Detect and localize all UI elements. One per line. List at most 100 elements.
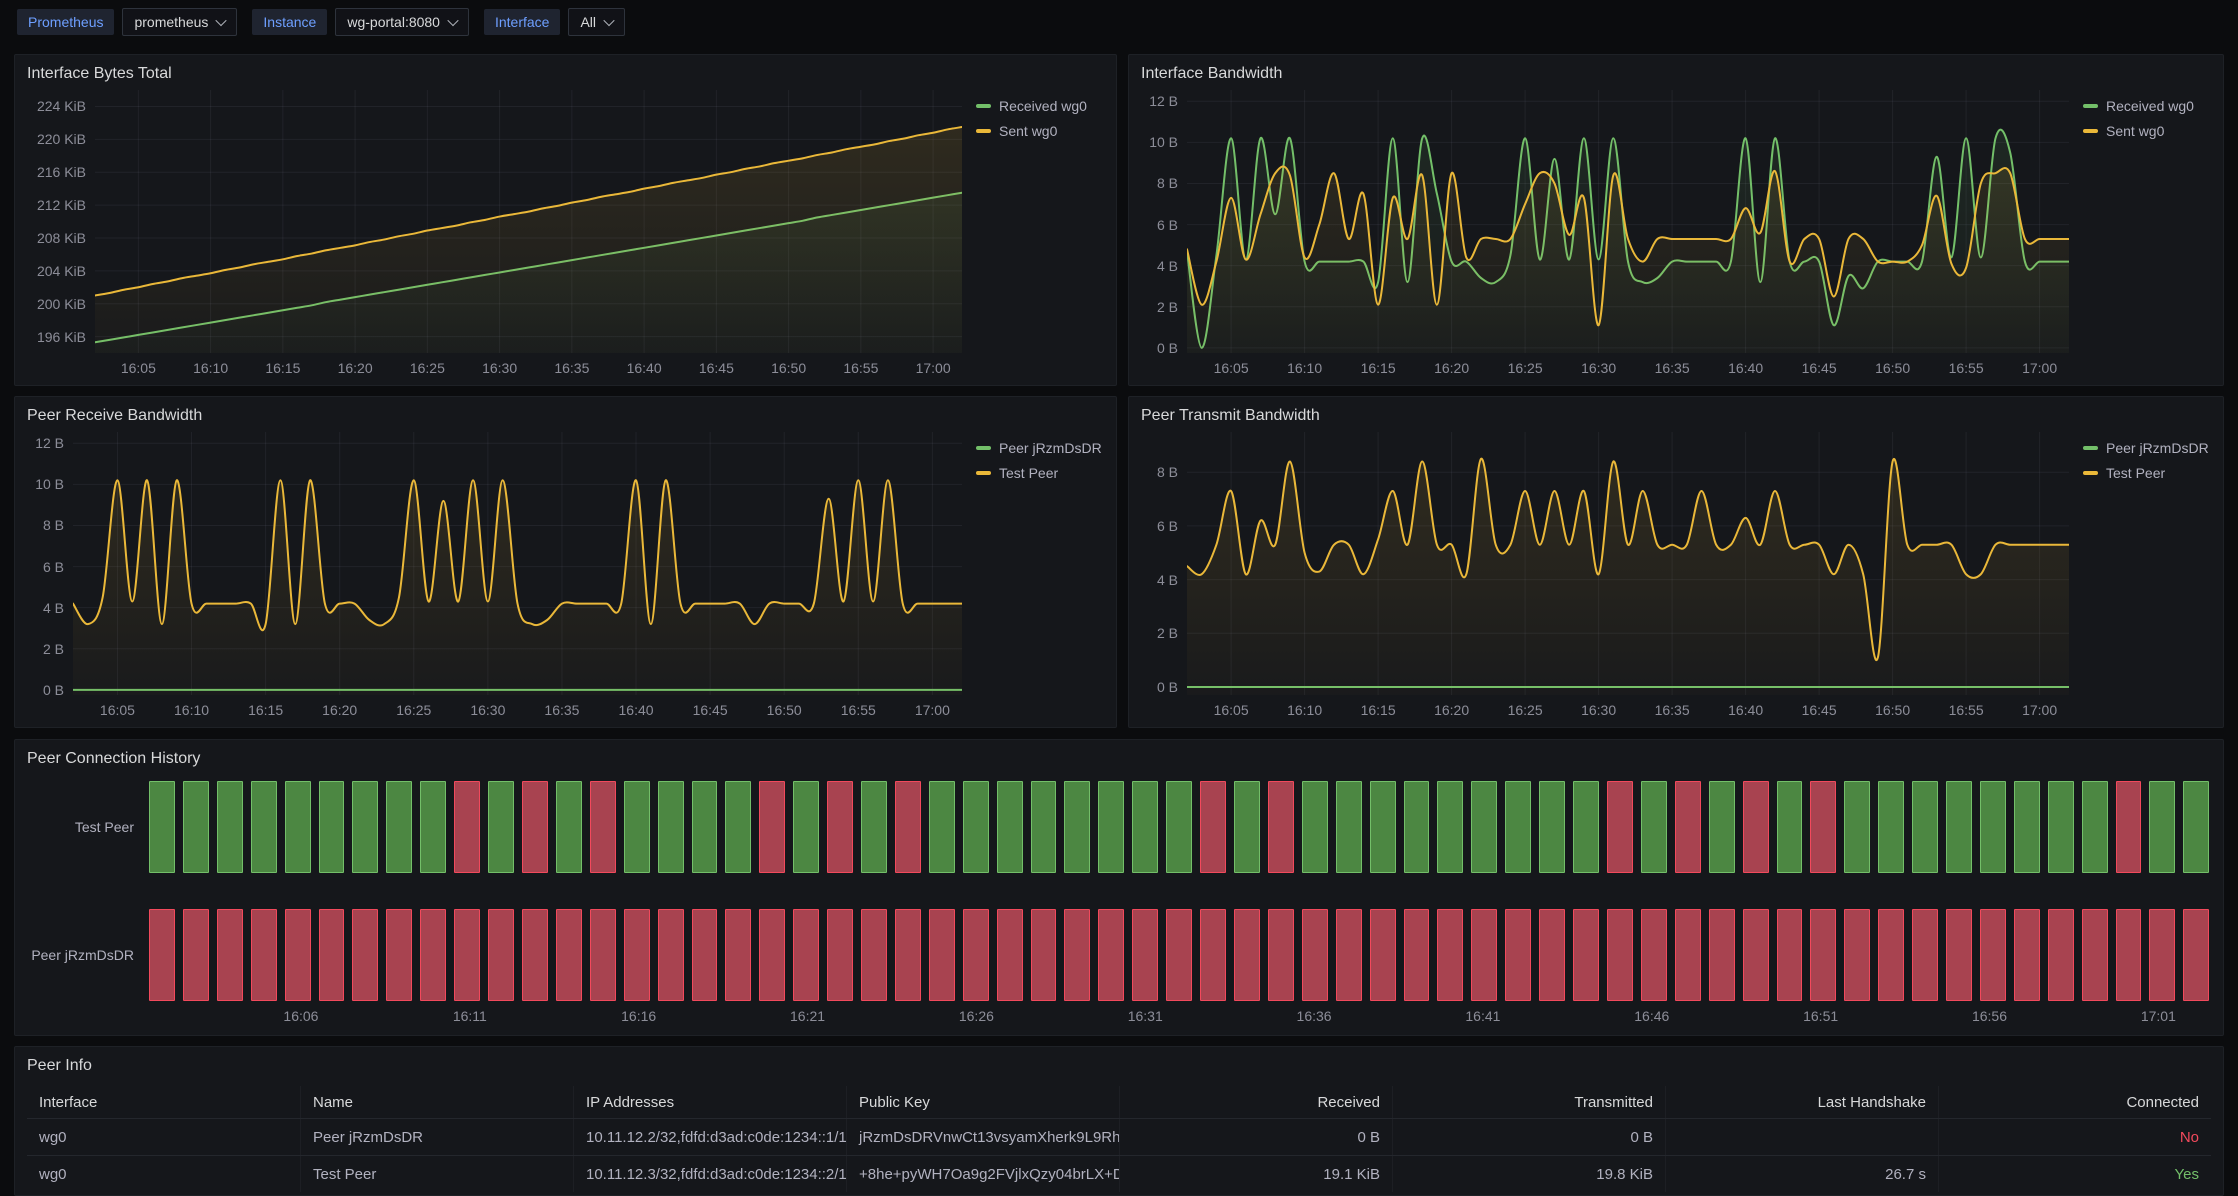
table-row: wg0Test Peer10.11.12.3/32,fdfd:d3ad:c0de…: [27, 1155, 2211, 1192]
legend-item[interactable]: Peer jRzmDsDR: [976, 440, 1102, 456]
status-cell-disconnected: [1810, 781, 1836, 873]
plot-area[interactable]: [73, 432, 962, 695]
legend-item[interactable]: Peer jRzmDsDR: [2083, 440, 2209, 456]
status-cell-connected: [692, 781, 718, 873]
panel-title[interactable]: Interface Bytes Total: [15, 55, 1116, 86]
status-cell-disconnected: [1268, 909, 1294, 1001]
plot-area[interactable]: [1187, 90, 2069, 353]
status-cell-disconnected: [1234, 909, 1260, 1001]
legend-item[interactable]: Sent wg0: [976, 123, 1057, 139]
x-tick-label: 16:20: [1434, 702, 1469, 718]
x-tick-label: 16:55: [1949, 702, 1984, 718]
table-header-interface[interactable]: Interface: [27, 1094, 300, 1111]
var-interface: Interface All: [484, 8, 625, 36]
legend-item[interactable]: Sent wg0: [2083, 123, 2164, 139]
x-tick-label: 16:05: [100, 702, 135, 718]
status-cell-disconnected: [1912, 909, 1938, 1001]
status-cell-disconnected: [1336, 909, 1362, 1001]
legend-item[interactable]: Test Peer: [2083, 465, 2165, 481]
status-cell-disconnected: [1302, 909, 1328, 1001]
table-header-last_handshake[interactable]: Last Handshake: [1665, 1086, 1938, 1118]
chevron-down-icon: [447, 15, 458, 26]
panel-title[interactable]: Interface Bandwidth: [1129, 55, 2223, 86]
var-datasource: Prometheus prometheus: [17, 8, 237, 36]
x-tick-label: 16:20: [338, 360, 373, 376]
panel-peer-info: Peer Info InterfaceNameIP AddressesPubli…: [14, 1046, 2224, 1196]
y-tick-label: 6 B: [43, 559, 64, 575]
status-cell-connected: [793, 781, 819, 873]
status-cell-disconnected: [1404, 909, 1430, 1001]
x-tick-label: 16:16: [621, 1008, 656, 1024]
x-tick-label: 16:26: [959, 1008, 994, 1024]
status-cell-connected: [1641, 781, 1667, 873]
status-cell-connected: [1539, 781, 1565, 873]
panel-title[interactable]: Peer Info: [15, 1047, 2223, 1078]
table-header-transmitted[interactable]: Transmitted: [1392, 1086, 1665, 1118]
x-tick-label: 17:01: [2141, 1008, 2176, 1024]
x-axis: 16:0516:1016:1516:2016:2516:3016:3516:40…: [1187, 353, 2069, 379]
legend-item[interactable]: Received wg0: [976, 98, 1087, 114]
status-cell-disconnected: [522, 909, 548, 1001]
plot-area[interactable]: [1187, 432, 2069, 695]
status-cell-connected: [488, 781, 514, 873]
legend-swatch-icon: [2083, 129, 2098, 133]
table-cell-received: 0 B: [1119, 1119, 1392, 1155]
table-header-ips[interactable]: IP Addresses: [573, 1086, 846, 1118]
y-tick-label: 2 B: [43, 641, 64, 657]
x-tick-label: 16:20: [322, 702, 357, 718]
var-datasource-select[interactable]: prometheus: [122, 8, 237, 36]
panel-title[interactable]: Peer Receive Bandwidth: [15, 397, 1116, 428]
legend-swatch-icon: [976, 446, 991, 450]
y-tick-label: 4 B: [43, 600, 64, 616]
x-tick-label: 16:35: [544, 702, 579, 718]
chart-body: 196 KiB200 KiB204 KiB208 KiB212 KiB216 K…: [15, 86, 1116, 385]
table-cell-connected: No: [1938, 1119, 2211, 1155]
status-cell-disconnected: [2014, 909, 2040, 1001]
table-header-connected[interactable]: Connected: [1938, 1086, 2211, 1118]
panel-peer-connection-history: Peer Connection History Test Peer Peer j…: [14, 739, 2224, 1036]
x-tick-label: 16:40: [1728, 360, 1763, 376]
table-header-received[interactable]: Received: [1119, 1086, 1392, 1118]
x-tick-label: 16:20: [1434, 360, 1469, 376]
table-cell-transmitted: 19.8 KiB: [1392, 1156, 1665, 1192]
x-tick-label: 16:25: [1508, 360, 1543, 376]
table-cell-public_key: jRzmDsDRVnwCt13vsyamXherk9L9RhR: [846, 1119, 1119, 1155]
status-cell-disconnected: [420, 909, 446, 1001]
y-tick-label: 0 B: [1157, 679, 1178, 695]
table-header-public_key[interactable]: Public Key: [846, 1086, 1119, 1118]
panel-title[interactable]: Peer Connection History: [15, 740, 2223, 771]
legend-item[interactable]: Received wg0: [2083, 98, 2194, 114]
status-cell-connected: [658, 781, 684, 873]
x-tick-label: 16:45: [1802, 702, 1837, 718]
table-row: wg0Peer jRzmDsDR10.11.12.2/32,fdfd:d3ad:…: [27, 1118, 2211, 1155]
status-cell-connected: [319, 781, 345, 873]
status-cell-connected: [1505, 781, 1531, 873]
var-interface-label: Interface: [484, 9, 560, 35]
legend-item[interactable]: Test Peer: [976, 465, 1058, 481]
x-tick-label: 16:51: [1803, 1008, 1838, 1024]
legend-label: Test Peer: [999, 465, 1058, 481]
x-tick-label: 16:25: [1508, 702, 1543, 718]
status-cell-disconnected: [861, 909, 887, 1001]
status-row-peer-jrzmdsdr: Peer jRzmDsDR: [27, 909, 2209, 1001]
var-interface-select[interactable]: All: [568, 8, 625, 36]
table-header-name[interactable]: Name: [300, 1086, 573, 1118]
status-cell-disconnected: [183, 909, 209, 1001]
legend-swatch-icon: [2083, 471, 2098, 475]
panel-title[interactable]: Peer Transmit Bandwidth: [1129, 397, 2223, 428]
legend-label: Peer jRzmDsDR: [2106, 440, 2209, 456]
status-cell-connected: [352, 781, 378, 873]
y-axis: 0 B2 B4 B6 B8 B: [1133, 432, 1187, 695]
status-cell-connected: [2048, 781, 2074, 873]
table-cell-ips: 10.11.12.3/32,fdfd:d3ad:c0de:1234::2/128: [573, 1156, 846, 1192]
status-row-test-peer: Test Peer: [27, 781, 2209, 873]
var-interface-value: All: [580, 14, 596, 30]
x-tick-label: 16:15: [1361, 360, 1396, 376]
table-cell-interface: wg0: [27, 1129, 300, 1146]
x-tick-label: 16:06: [283, 1008, 318, 1024]
var-instance-select[interactable]: wg-portal:8080: [335, 8, 469, 36]
status-history: Test Peer Peer jRzmDsDR 16:0616:1116:161…: [15, 771, 2223, 1035]
legend-swatch-icon: [2083, 446, 2098, 450]
plot-area[interactable]: [95, 90, 962, 353]
x-tick-label: 16:50: [771, 360, 806, 376]
